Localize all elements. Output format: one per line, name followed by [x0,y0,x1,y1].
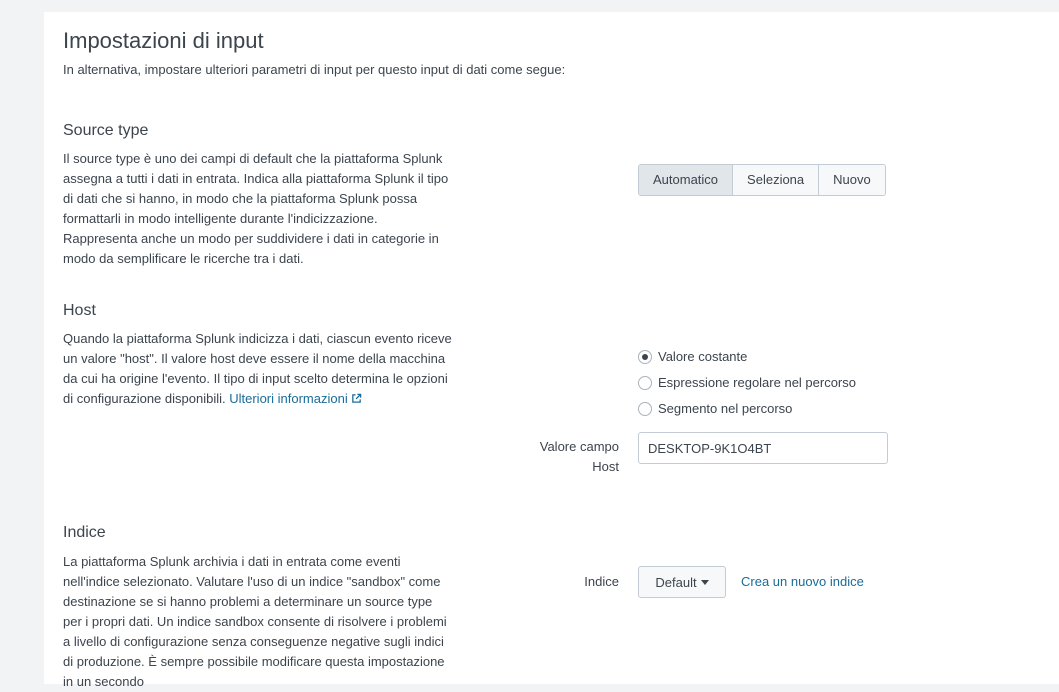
source-type-description: Il source type è uno dei campi di defaul… [63,151,449,266]
more-info-link-text: Ulteriori informazioni [229,391,348,406]
radio-constant-value[interactable]: Valore costante [638,349,747,364]
radio-regex-path[interactable]: Espressione regolare nel percorso [638,375,856,390]
index-title: Indice [63,524,106,541]
host-description: Quando la piattaforma Splunk indicizza i… [63,329,453,409]
source-type-selector: Automatico Seleziona Nuovo [638,164,886,196]
radio-path-segment[interactable]: Segmento nel percorso [638,401,792,416]
caret-down-icon [700,580,709,585]
input-settings-panel: Impostazioni di input In alternativa, im… [44,12,1059,689]
source-type-select-button[interactable]: Seleziona [733,165,820,195]
index-description: La piattaforma Splunk archivia i dati in… [63,554,447,689]
more-info-link[interactable]: Ulteriori informazioni [229,391,361,406]
index-dropdown[interactable]: Default [638,566,726,598]
host-field-input[interactable] [638,432,888,464]
page-subtitle: In alternativa, impostare ulteriori para… [63,62,566,77]
source-type-automatic-button[interactable]: Automatico [639,165,734,195]
radio-unchecked-icon[interactable] [638,401,652,416]
radio-regex-path-label: Espressione regolare nel percorso [658,375,856,390]
host-field-label: Valore campo Host [539,439,619,474]
source-type-title: Source type [63,122,149,139]
host-title: Host [63,302,96,319]
external-link-icon [351,393,361,403]
source-type-new-button[interactable]: Nuovo [819,165,885,195]
create-new-index-link[interactable]: Crea un nuovo indice [741,574,864,589]
index-dropdown-value: Default [655,574,697,590]
radio-checked-icon[interactable] [638,349,652,364]
radio-unchecked-icon[interactable] [638,375,652,390]
radio-constant-value-label: Valore costante [658,349,748,364]
radio-path-segment-label: Segmento nel percorso [658,401,793,416]
index-field-label: Indice [584,574,619,589]
page-title: Impostazioni di input [63,28,264,53]
